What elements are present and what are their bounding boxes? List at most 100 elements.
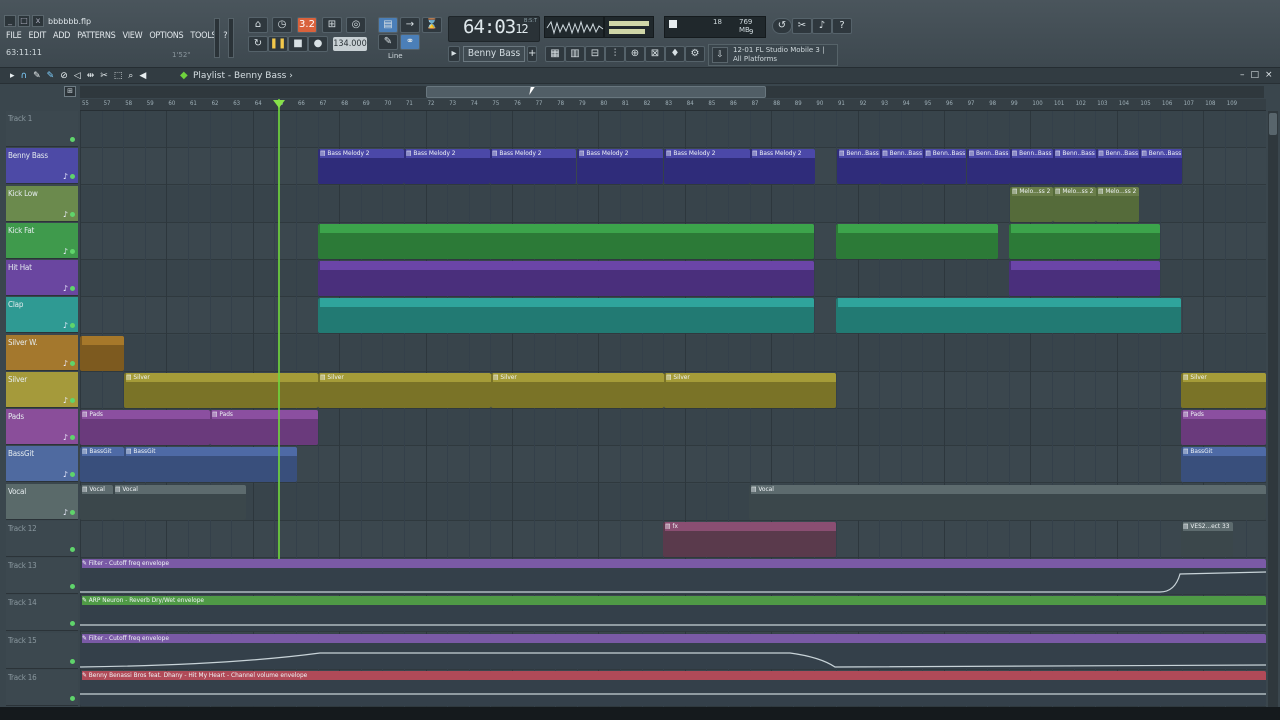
restore-button[interactable]: □ xyxy=(18,15,30,27)
playlist-clip[interactable]: ▤ Melo...ss 2 xyxy=(1010,186,1053,222)
playlist-clip[interactable]: ▤ Benn..Bass xyxy=(1009,149,1053,185)
track-header[interactable]: Clap ♪ xyxy=(6,297,78,334)
pattern-selector[interactable]: Benny Bass xyxy=(463,46,525,62)
countdown-icon[interactable]: ⌛ xyxy=(422,17,442,33)
track-enable-led[interactable] xyxy=(70,621,75,627)
playlist-maximize-button[interactable]: □ xyxy=(1251,70,1260,80)
track-header[interactable]: Silver ♪ xyxy=(6,371,78,408)
delete-tool-icon[interactable]: ⊘ xyxy=(60,71,68,81)
playlist-clip[interactable]: ▤ BassGit xyxy=(1181,447,1266,483)
track-header[interactable]: Vocal ♪ xyxy=(6,483,78,520)
menu-help[interactable]: ? xyxy=(223,31,227,41)
track-header[interactable]: Hit Hat ♪ xyxy=(6,260,78,296)
playlist-clip[interactable]: ▤ Pads xyxy=(1181,410,1266,445)
browser-icon[interactable]: ⊕ xyxy=(625,46,645,62)
slice-tool-icon[interactable]: ✂ xyxy=(100,71,108,81)
mute-tool-icon[interactable]: ◁ xyxy=(74,71,81,81)
track-header[interactable]: Benny Bass ♪ xyxy=(6,148,78,185)
close-button[interactable]: x xyxy=(32,15,44,27)
playhead[interactable] xyxy=(278,99,280,559)
playlist-clip[interactable]: ▤ Bass Melody 2 xyxy=(318,149,404,185)
master-pitch-slider[interactable] xyxy=(228,18,234,58)
playlist-clip[interactable] xyxy=(318,223,814,259)
automation-clip[interactable]: ✎ Filter - Cutoff freq envelope xyxy=(80,559,1266,594)
automation-clip[interactable]: ✎ Benny Benassi Bros feat. Dhany - Hit M… xyxy=(80,670,1266,706)
playlist-clip[interactable]: ▤ Melo...ss 2 xyxy=(1053,186,1096,222)
record-button[interactable]: ● xyxy=(308,36,328,52)
playhead-marker[interactable] xyxy=(273,100,285,108)
playlist-clip[interactable]: ▤ Pads xyxy=(80,410,210,445)
playlist-clip[interactable]: ▤ fx xyxy=(663,521,836,557)
track-header[interactable]: Track 1 xyxy=(6,111,78,147)
playlist-clip[interactable]: ▤ Silver xyxy=(318,372,491,408)
playlist-clip[interactable] xyxy=(1009,223,1160,259)
track-header[interactable]: Track 16 xyxy=(6,669,78,706)
pencil-tool-icon[interactable]: ✎ xyxy=(378,34,398,50)
playlist-clip[interactable]: ▤ Silver xyxy=(491,372,664,408)
slip-tool-icon[interactable]: ⇹ xyxy=(87,71,95,81)
track-enable-led[interactable] xyxy=(70,174,75,180)
track-enable-led[interactable] xyxy=(70,695,75,701)
playlist-clip[interactable]: ▤ Benn..Bass xyxy=(1139,149,1183,185)
vertical-scroll-thumb[interactable] xyxy=(1269,113,1277,135)
playlist-clip[interactable]: ▤ Benn..Bass xyxy=(837,149,880,185)
step-edit-icon[interactable]: ⊞ xyxy=(322,17,342,33)
select-tool-icon[interactable]: ⬚ xyxy=(114,71,123,81)
online-icon[interactable]: ↺ xyxy=(772,18,792,34)
piano-roll-icon[interactable]: ▥ xyxy=(565,46,585,62)
menu-patterns[interactable]: PATTERNS xyxy=(77,31,116,41)
playback-tool-icon[interactable]: ◀ xyxy=(139,71,146,81)
playlist-clip[interactable]: ▤ Benn..Bass xyxy=(923,149,967,185)
playlist-clip[interactable]: ▤ Bass Melody 2 xyxy=(577,149,663,185)
horizontal-scroll-thumb[interactable] xyxy=(426,86,766,98)
wait-input-icon[interactable]: ◷ xyxy=(272,17,292,33)
blend-notes-icon[interactable]: ◎ xyxy=(346,17,366,33)
track-enable-led[interactable] xyxy=(70,248,75,254)
track-enable-led[interactable] xyxy=(70,137,75,142)
track-header[interactable]: Track 12 xyxy=(6,520,78,557)
playlist-clip[interactable]: ▤ VES2...ect 33 xyxy=(1181,521,1233,557)
channel-rack-icon[interactable]: ⊟ xyxy=(585,46,605,62)
track-row[interactable] xyxy=(80,334,1266,372)
step-forward-icon[interactable]: → xyxy=(400,17,420,33)
playlist-clip[interactable] xyxy=(1009,261,1160,296)
menu-edit[interactable]: EDIT xyxy=(28,31,46,41)
master-volume-slider[interactable] xyxy=(214,18,220,58)
playlist-clip[interactable]: ▤ Benn..Bass xyxy=(966,149,1010,185)
playlist-clip[interactable]: ▤ Silver xyxy=(664,372,836,408)
menu-tools[interactable]: TOOLS xyxy=(190,31,216,41)
pattern-song-toggle[interactable]: 3.2 xyxy=(297,17,317,33)
playlist-clip[interactable] xyxy=(836,223,998,259)
playlist-clip[interactable] xyxy=(318,261,814,296)
playlist-clip[interactable]: ▤ Bass Melody 2 xyxy=(490,149,576,185)
track-header[interactable]: Silver W. ♪ xyxy=(6,334,78,371)
paint-tool-icon[interactable]: ✎ xyxy=(47,71,55,81)
link-tool-icon[interactable]: ⚭ xyxy=(400,34,420,50)
track-header[interactable]: Kick Fat ♪ xyxy=(6,222,78,259)
menu-options[interactable]: OPTIONS xyxy=(149,31,183,41)
timeline-ruler[interactable]: 5557585960616263646566676869707172737475… xyxy=(80,99,1266,111)
playlist-close-button[interactable]: × xyxy=(1265,70,1273,80)
playlist-clip[interactable]: ▤ Benn..Bass xyxy=(1053,149,1096,185)
tools-icon[interactable]: ✂ xyxy=(792,18,812,34)
playlist-clip[interactable]: ▤ BassGit xyxy=(124,447,297,483)
track-header[interactable]: Track 15 xyxy=(6,632,78,669)
grid-icon[interactable]: ⊞ xyxy=(64,86,76,97)
pattern-add-icon[interactable]: + xyxy=(527,46,537,62)
pause-button[interactable]: ❚❚ xyxy=(268,36,288,52)
playlist-clip[interactable]: ▤ Silver xyxy=(1181,372,1266,408)
automation-clip[interactable]: ✎ ARP Neuron - Reverb Dry/Wet envelope xyxy=(80,596,1266,632)
vertical-scrollbar[interactable] xyxy=(1268,111,1278,707)
minimize-button[interactable]: _ xyxy=(4,15,16,27)
playlist-clip[interactable]: ▤ Vocal xyxy=(113,484,246,520)
plugin-picker-icon[interactable]: ⊠ xyxy=(645,46,665,62)
playlist-clip[interactable]: ▤ BassGit xyxy=(80,447,124,483)
loop-record-icon[interactable]: ↻ xyxy=(248,36,268,52)
track-enable-led[interactable] xyxy=(70,435,75,440)
playlist-icon[interactable]: ▦ xyxy=(545,46,565,62)
track-enable-led[interactable] xyxy=(70,397,75,403)
track-header[interactable]: Pads ♪ xyxy=(6,409,78,445)
track-enable-led[interactable] xyxy=(70,584,75,589)
playlist-clip[interactable]: ▤ Benn..Bass xyxy=(1096,149,1140,185)
typing-keyboard-icon[interactable]: ▤ xyxy=(378,17,398,33)
